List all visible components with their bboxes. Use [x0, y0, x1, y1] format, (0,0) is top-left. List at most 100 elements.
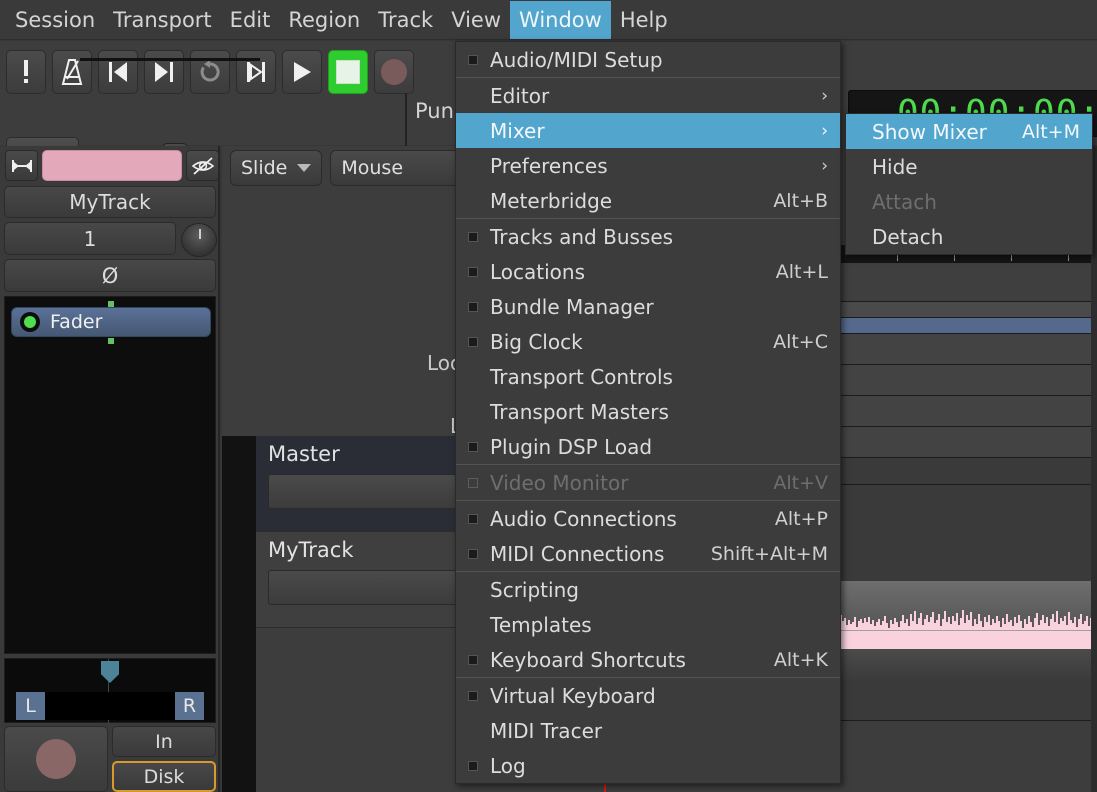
- menu-checkbox-icon: [468, 54, 482, 65]
- menubar-item-edit[interactable]: Edit: [221, 1, 280, 39]
- hide-eye-icon[interactable]: [186, 150, 219, 181]
- editor-toolbar: Slide Mouse: [230, 150, 481, 186]
- play-range-button[interactable]: [236, 50, 276, 94]
- menu-item-audio-connections[interactable]: Audio Connections Alt+P: [456, 501, 840, 536]
- menu-item-midi-tracer[interactable]: MIDI Tracer: [456, 713, 840, 748]
- menu-item-mixer[interactable]: Mixer ›: [456, 113, 840, 148]
- record-icon: [36, 739, 76, 779]
- phase-invert-button[interactable]: Ø: [4, 259, 216, 292]
- menu-checkbox-icon: [468, 336, 482, 347]
- submenu-item-hide[interactable]: Hide: [846, 149, 1092, 184]
- go-to-start-button[interactable]: [98, 50, 138, 94]
- marker-lane[interactable]: [840, 302, 1097, 318]
- menubar-item-view[interactable]: View: [442, 1, 510, 39]
- menu-item-preferences[interactable]: Preferences ›: [456, 148, 840, 183]
- audio-region-waveform[interactable]: [840, 581, 1097, 680]
- menu-item-virtual-keyboard[interactable]: Virtual Keyboard: [456, 678, 840, 713]
- menu-item-keyboard-shortcuts[interactable]: Keyboard Shortcuts Alt+K: [456, 642, 840, 677]
- menu-item-accelerator: Alt+B: [773, 189, 828, 212]
- menu-checkbox-icon: [468, 548, 482, 559]
- menu-item-transport-masters[interactable]: Transport Masters: [456, 394, 840, 429]
- track-lane[interactable]: [840, 334, 1097, 365]
- stop-button[interactable]: [328, 50, 368, 94]
- monitor-input-button[interactable]: In: [112, 726, 216, 757]
- transport-buttons: [6, 50, 414, 94]
- submenu-item-label: Hide: [872, 154, 918, 179]
- processor-box[interactable]: Fader: [4, 296, 216, 654]
- menubar-item-track[interactable]: Track: [369, 1, 442, 39]
- processor-fader-entry[interactable]: Fader: [11, 307, 211, 337]
- midi-panic-button[interactable]: [6, 50, 46, 94]
- selected-range-lane[interactable]: [840, 318, 1097, 334]
- chevron-right-icon: ›: [821, 85, 828, 106]
- track-lane[interactable]: [840, 427, 1097, 458]
- menu-item-big-clock[interactable]: Big Clock Alt+C: [456, 324, 840, 359]
- menu-item-templates[interactable]: Templates: [456, 607, 840, 642]
- menubar-item-help[interactable]: Help: [611, 1, 677, 39]
- menubar-item-transport[interactable]: Transport: [104, 1, 221, 39]
- menu-item-label: Keyboard Shortcuts: [490, 647, 686, 672]
- metronome-button[interactable]: [52, 50, 92, 94]
- panner[interactable]: L R: [4, 658, 216, 724]
- track-lane[interactable]: [840, 396, 1097, 427]
- menu-item-label: Bundle Manager: [490, 294, 654, 319]
- shuttle-slider-track[interactable]: [80, 58, 260, 61]
- menu-item-tracks-and-busses[interactable]: Tracks and Busses: [456, 219, 840, 254]
- track-color-swatch[interactable]: [42, 150, 182, 181]
- empty-lane[interactable]: [840, 721, 1097, 792]
- track-header-mytrack[interactable]: MyTrack: [256, 532, 481, 628]
- loop-button[interactable]: [190, 50, 230, 94]
- chevron-right-icon: ›: [821, 155, 828, 176]
- trim-knob[interactable]: [181, 223, 217, 257]
- window-menu[interactable]: Audio/MIDI Setup Editor › Mixer › Preferences…: [455, 41, 841, 784]
- menu-item-label: Templates: [490, 612, 592, 637]
- menu-item-plugin-dsp-load[interactable]: Plugin DSP Load: [456, 429, 840, 464]
- track-lane[interactable]: [840, 458, 1097, 485]
- menubar-item-window[interactable]: Window: [510, 0, 611, 39]
- menu-item-label: Scripting: [490, 577, 579, 602]
- menubar-item-region[interactable]: Region: [279, 1, 369, 39]
- menu-item-editor[interactable]: Editor ›: [456, 78, 840, 113]
- strip-name-button[interactable]: MyTrack: [4, 186, 216, 218]
- width-toggle-icon[interactable]: [5, 150, 38, 181]
- pan-position-marker[interactable]: [101, 661, 119, 683]
- grid-mode-dropdown[interactable]: Slide: [230, 150, 323, 186]
- menu-item-log[interactable]: Log: [456, 748, 840, 783]
- submenu-item-label: Attach: [872, 189, 937, 214]
- track-canvas-right[interactable]: [840, 264, 1097, 792]
- menu-item-scripting[interactable]: Scripting: [456, 572, 840, 607]
- record-button[interactable]: [374, 50, 414, 94]
- record-enable-button[interactable]: [4, 726, 108, 792]
- menu-item-midi-connections[interactable]: MIDI Connections Shift+Alt+M: [456, 536, 840, 571]
- track-header-controls[interactable]: [268, 570, 468, 605]
- editor-mixer-strip: MyTrack 1 Ø Fader L R In Disk: [0, 146, 220, 792]
- chevron-down-icon: [297, 164, 312, 172]
- track-header-master[interactable]: Master: [256, 436, 481, 532]
- ruler-lane[interactable]: [840, 264, 1097, 302]
- menu-checkbox-icon: [468, 301, 482, 312]
- track-header-controls[interactable]: [268, 474, 468, 509]
- menu-item-transport-controls[interactable]: Transport Controls: [456, 359, 840, 394]
- menu-item-label: Virtual Keyboard: [490, 683, 656, 708]
- mixer-submenu[interactable]: Show Mixer Alt+M Hide Attach Detach: [845, 113, 1093, 255]
- strip-input-button[interactable]: 1: [4, 222, 176, 255]
- menubar-item-session[interactable]: Session: [6, 1, 104, 39]
- menu-item-locations[interactable]: Locations Alt+L: [456, 254, 840, 289]
- chevron-right-icon: ›: [821, 120, 828, 141]
- menu-item-bundle-manager[interactable]: Bundle Manager: [456, 289, 840, 324]
- menu-checkbox-icon: [468, 477, 482, 488]
- menu-item-audio-midi-setup[interactable]: Audio/MIDI Setup: [456, 42, 840, 77]
- waveform-center-line: [840, 630, 1097, 631]
- play-button[interactable]: [282, 50, 322, 94]
- submenu-item-attach: Attach: [846, 184, 1092, 219]
- menu-item-accelerator: Alt+V: [773, 471, 828, 494]
- track-header-name: Master: [268, 442, 340, 466]
- submenu-item-accelerator: Alt+M: [1021, 120, 1080, 143]
- submenu-item-show-mixer[interactable]: Show Mixer Alt+M: [846, 114, 1092, 149]
- submenu-item-detach[interactable]: Detach: [846, 219, 1092, 254]
- processor-active-led[interactable]: [20, 312, 40, 332]
- menu-item-meterbridge[interactable]: Meterbridge Alt+B: [456, 183, 840, 218]
- monitor-disk-button[interactable]: Disk: [112, 761, 216, 792]
- go-to-end-button[interactable]: [144, 50, 184, 94]
- track-lane[interactable]: [840, 365, 1097, 396]
